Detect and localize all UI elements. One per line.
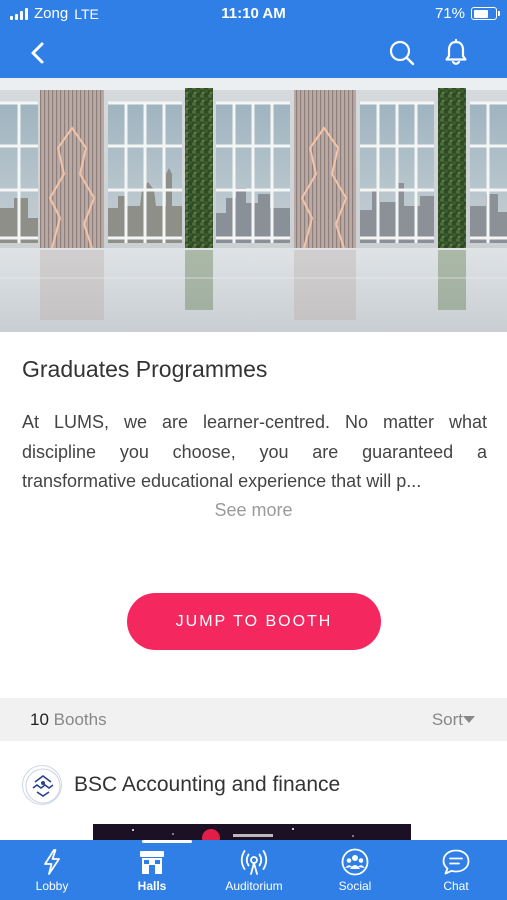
lums-logo-icon — [22, 765, 62, 805]
hero-image — [0, 78, 507, 332]
chevron-down-icon[interactable] — [463, 716, 475, 723]
status-right: 71% — [434, 5, 500, 22]
chevron-left-icon — [31, 42, 44, 64]
tab-label: Chat — [443, 879, 469, 893]
list-item[interactable]: BSC Accounting and finance — [0, 760, 507, 820]
lightning-icon — [44, 849, 60, 875]
battery-icon — [471, 7, 500, 20]
bottom-tab-bar: Lobby Halls Auditorium Social Chat — [0, 840, 507, 900]
see-more-link[interactable]: See more — [0, 500, 507, 521]
tab-halls[interactable]: Halls — [107, 848, 197, 893]
hall-illustration — [0, 78, 507, 332]
tab-label: Lobby — [35, 879, 69, 893]
status-bar: Zong LTE 11:10 AM 71% — [0, 0, 507, 28]
notifications-button[interactable] — [441, 38, 471, 68]
back-button[interactable] — [22, 38, 56, 68]
tab-lobby[interactable]: Lobby — [7, 848, 97, 893]
booth-name: BSC Accounting and finance — [74, 773, 341, 796]
programme-description: At LUMS, we are learner-centred. No matt… — [22, 412, 487, 491]
tab-social[interactable]: Social — [310, 848, 400, 893]
status-time: 11:10 AM — [221, 5, 286, 22]
halls-icon — [140, 851, 164, 874]
booth-count-label: Booths — [53, 710, 107, 729]
chat-icon — [442, 849, 470, 875]
tab-label: Halls — [137, 879, 167, 893]
nav-bar — [0, 28, 507, 78]
booth-list-header: 10 Booths Sort — [0, 698, 507, 741]
battery-percent: 71% — [434, 5, 465, 22]
tab-chat[interactable]: Chat — [411, 848, 501, 893]
tab-label: Social — [338, 879, 372, 893]
people-icon — [341, 848, 369, 876]
jump-to-booth-button[interactable]: JUMP TO BOOTH — [127, 593, 381, 650]
tab-auditorium[interactable]: Auditorium — [209, 848, 299, 893]
search-button[interactable] — [387, 38, 417, 68]
broadcast-icon — [240, 850, 268, 875]
bell-icon — [445, 38, 467, 65]
page-title: Graduates Programmes — [22, 356, 268, 382]
booth-count-number: 10 — [30, 710, 49, 729]
booth-count: 10 Booths — [30, 710, 107, 730]
sort-button[interactable]: Sort — [432, 710, 463, 730]
active-tab-indicator — [142, 840, 192, 843]
tab-label: Auditorium — [225, 879, 283, 893]
search-icon — [389, 40, 415, 66]
